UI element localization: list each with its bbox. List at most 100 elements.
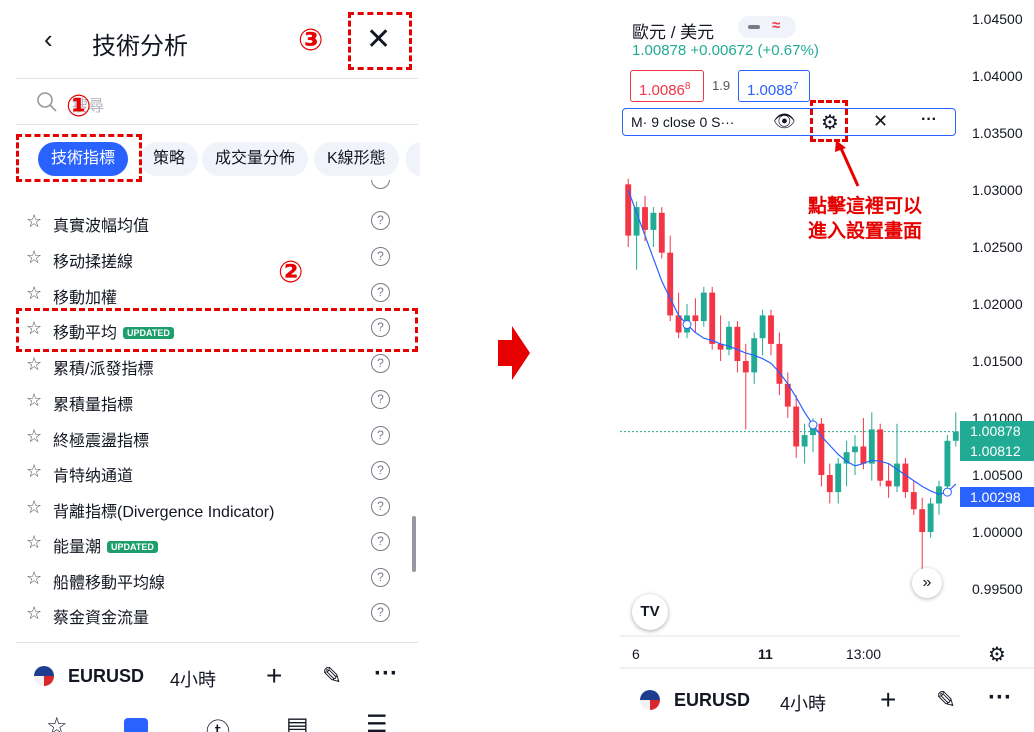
list-item[interactable]: ☆ 船體移動平均線?: [26, 561, 396, 595]
candle-body: [852, 446, 858, 453]
news-icon[interactable]: ▤: [286, 714, 309, 732]
watchlist-star-icon[interactable]: ☆: [46, 714, 68, 732]
candle-body: [952, 431, 959, 441]
indicator-label: 真實波幅均值: [53, 218, 150, 235]
help-icon[interactable]: ?: [371, 426, 390, 445]
tradingview-logo[interactable]: TV: [632, 594, 668, 630]
scroll-to-latest-button[interactable]: »: [912, 568, 942, 598]
bottom-toolbar: EURUSD 4小時 + ✎ ···: [0, 650, 420, 702]
star-icon[interactable]: ☆: [26, 568, 42, 589]
candle-body: [793, 406, 800, 447]
indicator-legend-row[interactable]: M· 9 close 0 S··· 👁 ⚙ ✕ ···: [622, 108, 956, 136]
list-item[interactable]: ☆ 移動加權?: [26, 276, 396, 310]
ma-point: [942, 487, 952, 497]
tab-more[interactable]: [406, 142, 420, 176]
star-icon[interactable]: ☆: [26, 283, 42, 304]
list-item[interactable]: ☆ 真實波幅均值?: [26, 204, 396, 238]
help-icon[interactable]: ?: [371, 283, 390, 302]
star-icon[interactable]: ☆: [26, 211, 42, 232]
timeframe-button[interactable]: 4小時: [170, 666, 216, 692]
candle-body: [658, 212, 665, 253]
more-icon[interactable]: ···: [374, 660, 398, 688]
timeframe-button[interactable]: 4小時: [780, 690, 826, 716]
help-icon[interactable]: ?: [371, 211, 390, 230]
chart-tab-icon[interactable]: [124, 718, 148, 732]
annotation-number-1: ①: [66, 90, 92, 123]
plus-icon[interactable]: +: [266, 660, 282, 692]
candle-body: [910, 492, 917, 510]
list-item[interactable]: ☆ 背離指標(Divergence Indicator)?: [26, 490, 396, 524]
annotation-number-3: ③: [298, 24, 324, 57]
plus-icon[interactable]: +: [880, 684, 896, 716]
candle-body: [944, 440, 951, 487]
candle-body: [734, 326, 741, 361]
candle-body: [692, 315, 699, 322]
list-item[interactable]: ☆ 蔡金資金流量?: [26, 596, 396, 630]
back-chevron-icon[interactable]: ‹: [44, 24, 53, 55]
remove-icon[interactable]: ✕: [873, 111, 888, 132]
list-item[interactable]: ☆ 能量潮 UPDATED?: [26, 525, 396, 559]
candle-body: [759, 315, 766, 339]
symbol-button[interactable]: EURUSD: [68, 666, 144, 687]
candle-body: [625, 184, 632, 236]
help-icon[interactable]: ?: [371, 247, 390, 266]
annotation-arrow-icon: [835, 140, 860, 187]
y-tick-label: 1.02000: [972, 296, 1023, 312]
annotation-box-close: [348, 12, 412, 70]
more-icon[interactable]: ···: [988, 684, 1012, 712]
star-icon[interactable]: ☆: [26, 497, 42, 518]
candle-body: [919, 509, 926, 532]
updated-badge: UPDATED: [107, 541, 158, 553]
x-tick-label: 13:00: [846, 646, 882, 662]
search-input[interactable]: 搜尋: [36, 88, 416, 116]
symbol-button[interactable]: EURUSD: [674, 690, 750, 711]
annotation-box-settings: [810, 100, 848, 142]
candle-body: [818, 423, 825, 475]
indicator-label: 終極震盪指標: [53, 433, 150, 450]
annotation-note: 點擊這裡可以 進入設置畫面: [808, 194, 922, 244]
eye-icon[interactable]: 👁: [773, 111, 796, 132]
help-icon[interactable]: ?: [371, 532, 390, 551]
candle-body: [709, 292, 716, 344]
help-icon[interactable]: ?: [371, 603, 390, 622]
pencil-icon[interactable]: ✎: [936, 686, 956, 715]
star-icon[interactable]: ☆: [26, 532, 42, 553]
panel-title: 技術分析: [92, 33, 188, 60]
ma-point: [682, 320, 692, 330]
star-icon[interactable]: ☆: [26, 426, 42, 447]
list-item[interactable]: ☆ 移动揉搓線?: [26, 240, 396, 274]
list-item[interactable]: ☆ 累積量指標?: [26, 383, 396, 417]
list-item[interactable]: ☆ 肯特纳通道?: [26, 454, 396, 488]
tab-candlestick-patterns[interactable]: K線形態: [314, 142, 399, 176]
ideas-icon[interactable]: ⓣ: [206, 714, 230, 732]
star-icon[interactable]: ☆: [26, 461, 42, 482]
help-icon[interactable]: ?: [371, 354, 390, 373]
candle-body: [650, 212, 657, 230]
tab-volume-profile[interactable]: 成交量分佈: [202, 142, 309, 176]
star-icon[interactable]: ☆: [26, 247, 42, 268]
star-icon[interactable]: ☆: [26, 603, 42, 624]
y-tick-label: 1.00000: [972, 524, 1023, 540]
list-item[interactable]: ☆ 累積/派發指標?: [26, 347, 396, 381]
y-tick-label: 1.03000: [972, 182, 1023, 198]
bottom-divider: [16, 642, 418, 643]
header-divider: [16, 78, 418, 79]
annotation-box-tab: [16, 134, 142, 182]
list-item[interactable]: ☆ 終極震盪指標?: [26, 419, 396, 453]
search-divider: [16, 124, 418, 125]
star-icon[interactable]: ☆: [26, 390, 42, 411]
help-icon[interactable]: ?: [371, 497, 390, 516]
candle-body: [868, 429, 875, 464]
pencil-icon[interactable]: ✎: [322, 662, 342, 691]
tab-strategies[interactable]: 策略: [140, 142, 199, 176]
menu-icon[interactable]: ☰: [366, 714, 388, 732]
help-icon[interactable]: ?: [371, 390, 390, 409]
more-icon[interactable]: ···: [921, 111, 937, 129]
y-tick-label: 1.04500: [972, 11, 1023, 27]
help-icon[interactable]: ?: [371, 568, 390, 587]
star-icon[interactable]: ☆: [26, 354, 42, 375]
list-scrollbar[interactable]: [412, 516, 416, 572]
indicator-label: 移动揉搓線: [53, 254, 134, 271]
chart-settings-icon[interactable]: ⚙: [988, 642, 1006, 667]
help-icon[interactable]: ?: [371, 461, 390, 480]
